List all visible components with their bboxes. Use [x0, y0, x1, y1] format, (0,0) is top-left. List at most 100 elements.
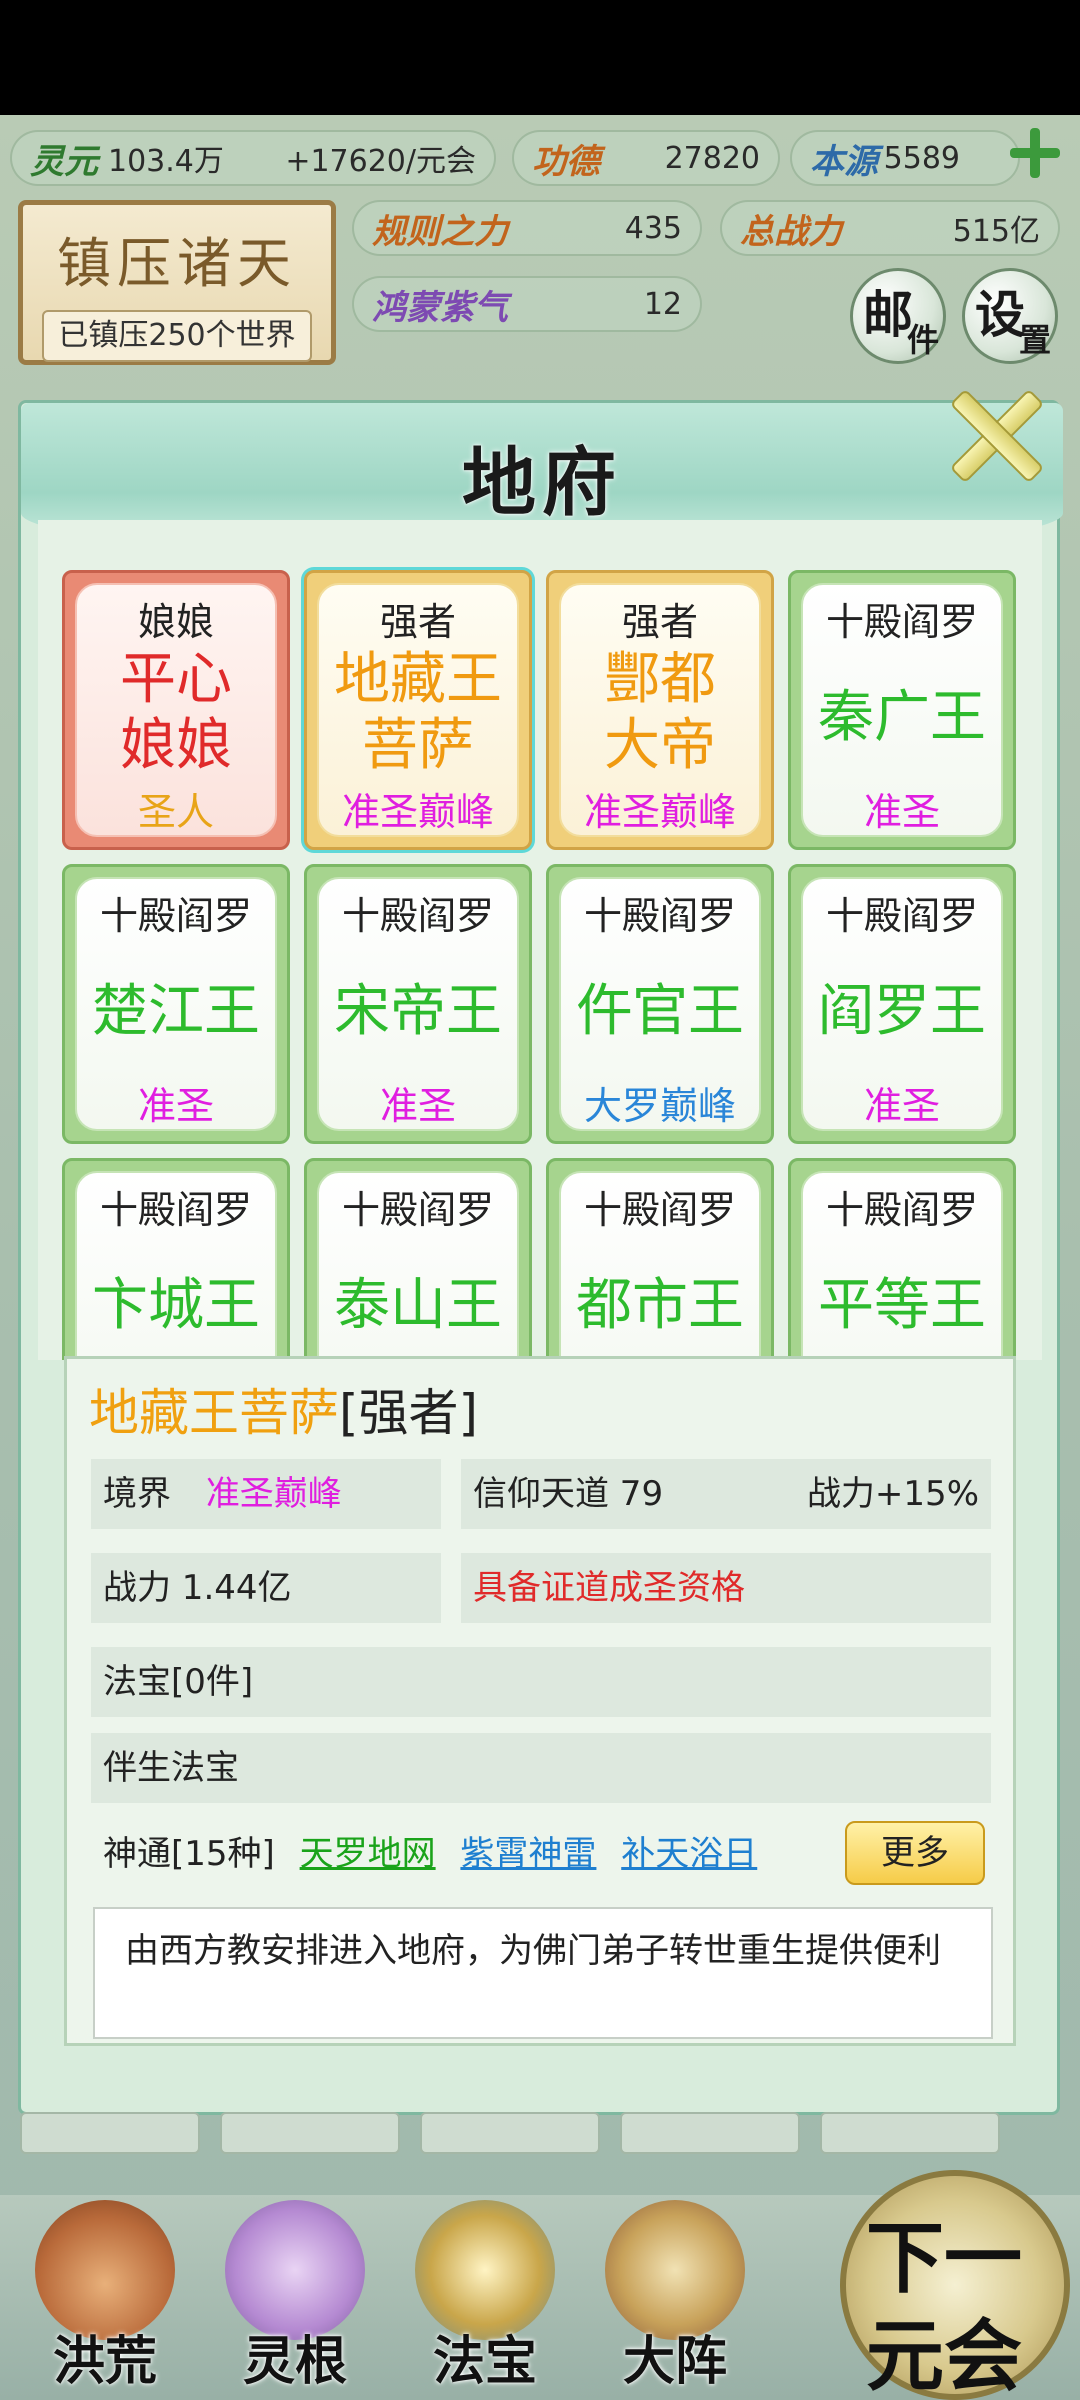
card-role: 十殿阎罗: [583, 1188, 736, 1232]
card-name: 平心 娘娘: [120, 647, 232, 778]
card-name: 楚江王: [92, 979, 260, 1044]
realm-value: 准圣巅峰: [205, 1474, 342, 1514]
mail-button-char2: 件: [906, 321, 939, 359]
zhenya-panel[interactable]: 镇压诸天 已镇压250个世界: [18, 200, 336, 365]
card-yanluo[interactable]: 十殿阎罗 阎罗王 准圣: [788, 864, 1016, 1144]
companion-treasure-box[interactable]: 伴生法宝: [91, 1733, 991, 1803]
guize-value: 435: [624, 210, 682, 246]
card-role: 十殿阎罗: [825, 1188, 978, 1232]
character-description: 由西方教安排进入地府，为佛门弟子转世重生提供便利: [93, 1907, 993, 2039]
skills-label: 神通[15种]: [103, 1834, 275, 1874]
card-chujiang[interactable]: 十殿阎罗 楚江王 准圣: [62, 864, 290, 1144]
companion-text: 伴生法宝: [103, 1748, 239, 1788]
card-name: 都市王: [576, 1273, 744, 1338]
qualification-text: 具备证道成圣资格: [473, 1568, 745, 1608]
card-songdi[interactable]: 十殿阎罗 宋帝王 准圣: [304, 864, 532, 1144]
card-pingdeng[interactable]: 十殿阎罗 平等王: [788, 1158, 1016, 1360]
card-role: 十殿阎罗: [341, 894, 494, 938]
guize-label: 规则之力: [372, 211, 508, 252]
close-icon[interactable]: [946, 386, 1042, 482]
card-role: 娘娘: [137, 600, 214, 644]
lingyuan-rate: +17620/元会: [285, 144, 476, 179]
card-rank: 准圣: [379, 1084, 456, 1128]
zhanli-value: 515亿: [952, 214, 1040, 249]
nav-dazhen[interactable]: 大阵: [580, 2200, 770, 2400]
power-box: 战力 1.44亿: [91, 1553, 441, 1623]
card-dizang[interactable]: 强者 地藏王 菩萨 准圣巅峰: [304, 570, 532, 850]
character-grid: 娘娘 平心 娘娘 圣人 强者 地藏王 菩萨 准圣巅峰 强者 酆都 大帝 准圣巅峰 十殿…: [38, 520, 1042, 1360]
slot: [20, 2112, 200, 2154]
card-name: 平等王: [818, 1273, 986, 1338]
card-rank: 大罗巅峰: [583, 1084, 736, 1128]
next-era-line2: 元会: [866, 2311, 1023, 2400]
detail-name: 地藏王菩萨: [89, 1384, 339, 1442]
qualification-box: 具备证道成圣资格: [461, 1553, 991, 1623]
card-fengdu[interactable]: 强者 酆都 大帝 准圣巅峰: [546, 570, 774, 850]
resource-guize: 规则之力 435: [352, 200, 702, 256]
benyuan-value: 5589: [883, 140, 960, 176]
nav-linggen[interactable]: 灵根: [200, 2200, 390, 2400]
resource-zhanli: 总战力 515亿: [720, 200, 1060, 256]
slot: [820, 2112, 1000, 2154]
card-name: 酆都 大帝: [604, 647, 716, 778]
settings-button-char: 设: [975, 285, 1025, 344]
card-rank: 准圣: [863, 790, 940, 834]
realm-box: 境界 准圣巅峰: [91, 1459, 441, 1529]
skill-link[interactable]: 补天浴日: [621, 1834, 757, 1874]
realm-label: 境界: [103, 1474, 171, 1514]
card-dushi[interactable]: 十殿阎罗 都市王: [546, 1158, 774, 1360]
card-role: 十殿阎罗: [341, 1188, 494, 1232]
add-benyuan-icon[interactable]: [1010, 128, 1060, 178]
detail-title: 地藏王菩萨[强者]: [89, 1373, 478, 1445]
nav-label: 法宝: [432, 2331, 537, 2392]
mail-button-char: 邮: [863, 285, 913, 344]
power-text: 战力 1.44亿: [103, 1568, 292, 1608]
lingyuan-value: 103.4万: [108, 144, 224, 179]
card-biancheng[interactable]: 十殿阎罗 卞城王: [62, 1158, 290, 1360]
slot-row: [0, 2112, 1080, 2154]
next-era-button[interactable]: 下一 元会: [840, 2170, 1070, 2400]
card-role: 十殿阎罗: [825, 894, 978, 938]
slot: [220, 2112, 400, 2154]
hongmeng-value: 12: [643, 286, 682, 322]
zhanli-label: 总战力: [740, 211, 842, 252]
nav-honghuang[interactable]: 洪荒: [10, 2200, 200, 2400]
card-rank: 准圣巅峰: [583, 790, 736, 834]
card-name: 秦广王: [818, 685, 986, 750]
card-pingxin[interactable]: 娘娘 平心 娘娘 圣人: [62, 570, 290, 850]
nav-label: 大阵: [622, 2331, 727, 2392]
card-qinguang[interactable]: 十殿阎罗 秦广王 准圣: [788, 570, 1016, 850]
nav-fabao[interactable]: 法宝: [390, 2200, 580, 2400]
hongmeng-label: 鸿蒙紫气: [372, 287, 508, 328]
card-taishan[interactable]: 十殿阎罗 泰山王: [304, 1158, 532, 1360]
zhenya-subtitle: 已镇压250个世界: [42, 310, 312, 362]
more-button[interactable]: 更多: [845, 1821, 985, 1885]
treasure-box[interactable]: 法宝[0件]: [91, 1647, 991, 1717]
faith-box: 信仰天道 79 战力+15%: [461, 1459, 991, 1529]
card-name: 仵官王: [576, 979, 744, 1044]
mail-button[interactable]: 邮 件: [850, 268, 946, 364]
card-role: 十殿阎罗: [99, 1188, 252, 1232]
card-name: 地藏王 菩萨: [334, 647, 502, 778]
skill-link[interactable]: 天罗地网: [300, 1834, 436, 1874]
treasure-text: 法宝[0件]: [103, 1662, 254, 1702]
gongde-label: 功德: [532, 141, 600, 182]
card-role: 十殿阎罗: [99, 894, 252, 938]
card-role: 十殿阎罗: [825, 600, 978, 644]
card-wuguan[interactable]: 十殿阎罗 仵官王 大罗巅峰: [546, 864, 774, 1144]
card-role: 强者: [379, 600, 456, 644]
resource-hongmeng: 鸿蒙紫气 12: [352, 276, 702, 332]
resource-benyuan: 本源 5589: [790, 130, 1020, 186]
settings-button[interactable]: 设 置: [962, 268, 1058, 364]
card-role: 强者: [621, 600, 698, 644]
card-rank: 圣人: [137, 790, 214, 834]
skill-link[interactable]: 紫霄神雷: [460, 1834, 596, 1874]
card-name: 宋帝王: [334, 979, 502, 1044]
card-rank: 准圣巅峰: [341, 790, 494, 834]
resource-lingyuan: 灵元 103.4万 +17620/元会: [10, 130, 496, 186]
card-name: 卞城王: [92, 1273, 260, 1338]
faith-bonus: 战力+15%: [806, 1474, 979, 1514]
card-rank: 准圣: [137, 1084, 214, 1128]
benyuan-label: 本源: [810, 141, 878, 182]
detail-tag: [强者]: [339, 1384, 479, 1442]
